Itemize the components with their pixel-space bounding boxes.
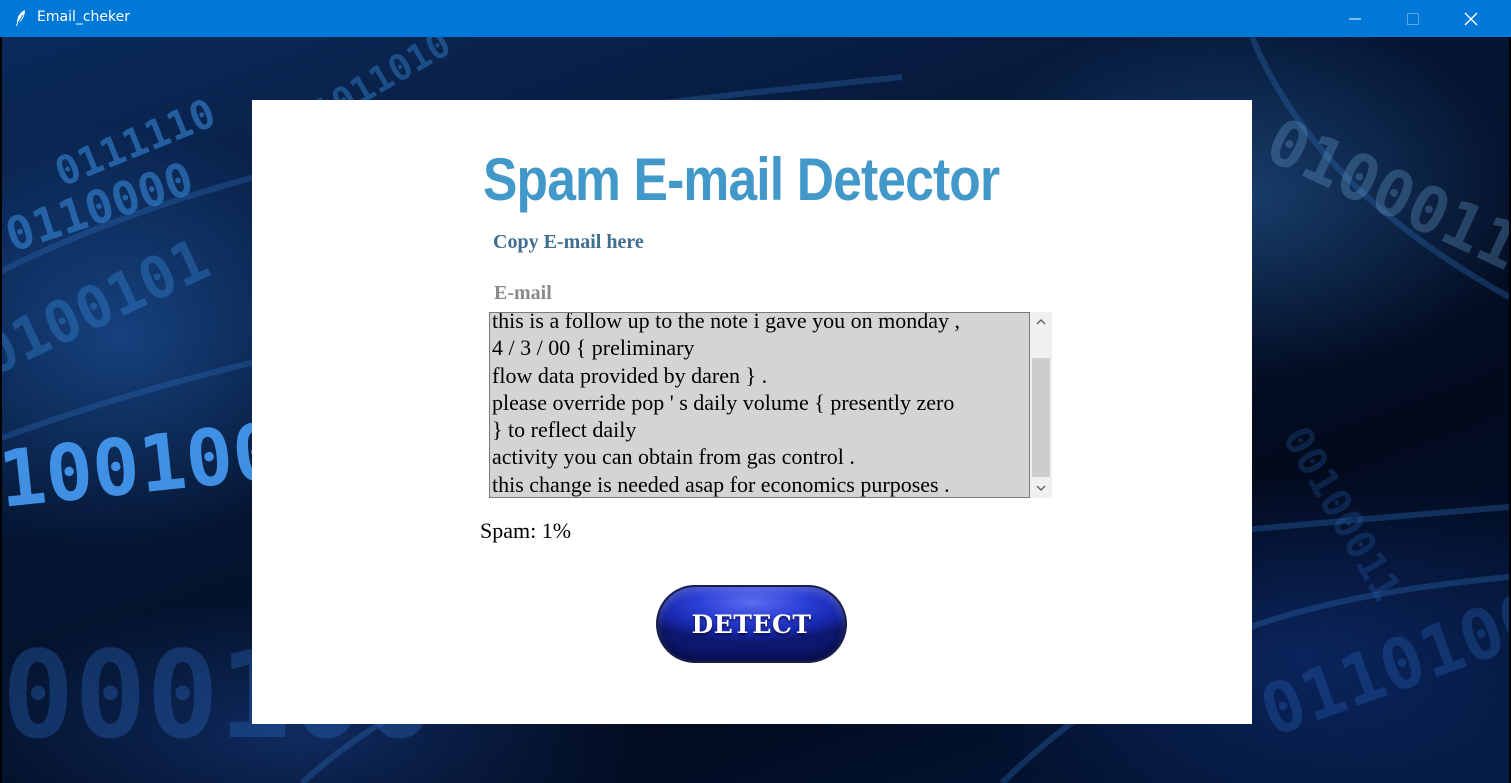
minimize-button[interactable]: [1326, 0, 1384, 37]
window-title: Email_cheker: [37, 9, 131, 25]
textarea-scrollbar[interactable]: [1030, 312, 1052, 498]
spam-result-label: Spam: 1%: [480, 518, 572, 543]
email-field-label: E-mail: [494, 282, 552, 304]
instruction-label: Copy E-mail here: [493, 231, 644, 253]
email-textarea[interactable]: this is a follow up to the note i gave y…: [489, 312, 1030, 498]
minimize-icon: [1349, 18, 1361, 19]
maximize-icon: [1407, 12, 1419, 25]
scroll-up-button[interactable]: [1030, 312, 1052, 332]
chevron-down-icon: [1036, 485, 1046, 491]
email-textarea-container: this is a follow up to the note i gave y…: [489, 312, 1052, 498]
bg-digits-9: 00100011: [1273, 419, 1409, 609]
chevron-up-icon: [1036, 319, 1046, 325]
maximize-button[interactable]: [1384, 0, 1442, 37]
app-heading: Spam E-mail Detector: [483, 146, 1000, 213]
close-icon: [1464, 12, 1478, 25]
bg-digits-6: 0100011: [1255, 104, 1509, 285]
detect-button-label: DETECT: [691, 609, 812, 639]
email-textarea-content: this is a follow up to the note i gave y…: [492, 312, 961, 497]
detect-button[interactable]: DETECT: [656, 585, 847, 663]
close-button[interactable]: [1442, 0, 1500, 37]
scroll-down-button[interactable]: [1030, 478, 1052, 498]
title-bar: Email_cheker: [0, 0, 1511, 37]
scroll-thumb[interactable]: [1032, 358, 1050, 477]
feather-icon: [12, 8, 30, 28]
